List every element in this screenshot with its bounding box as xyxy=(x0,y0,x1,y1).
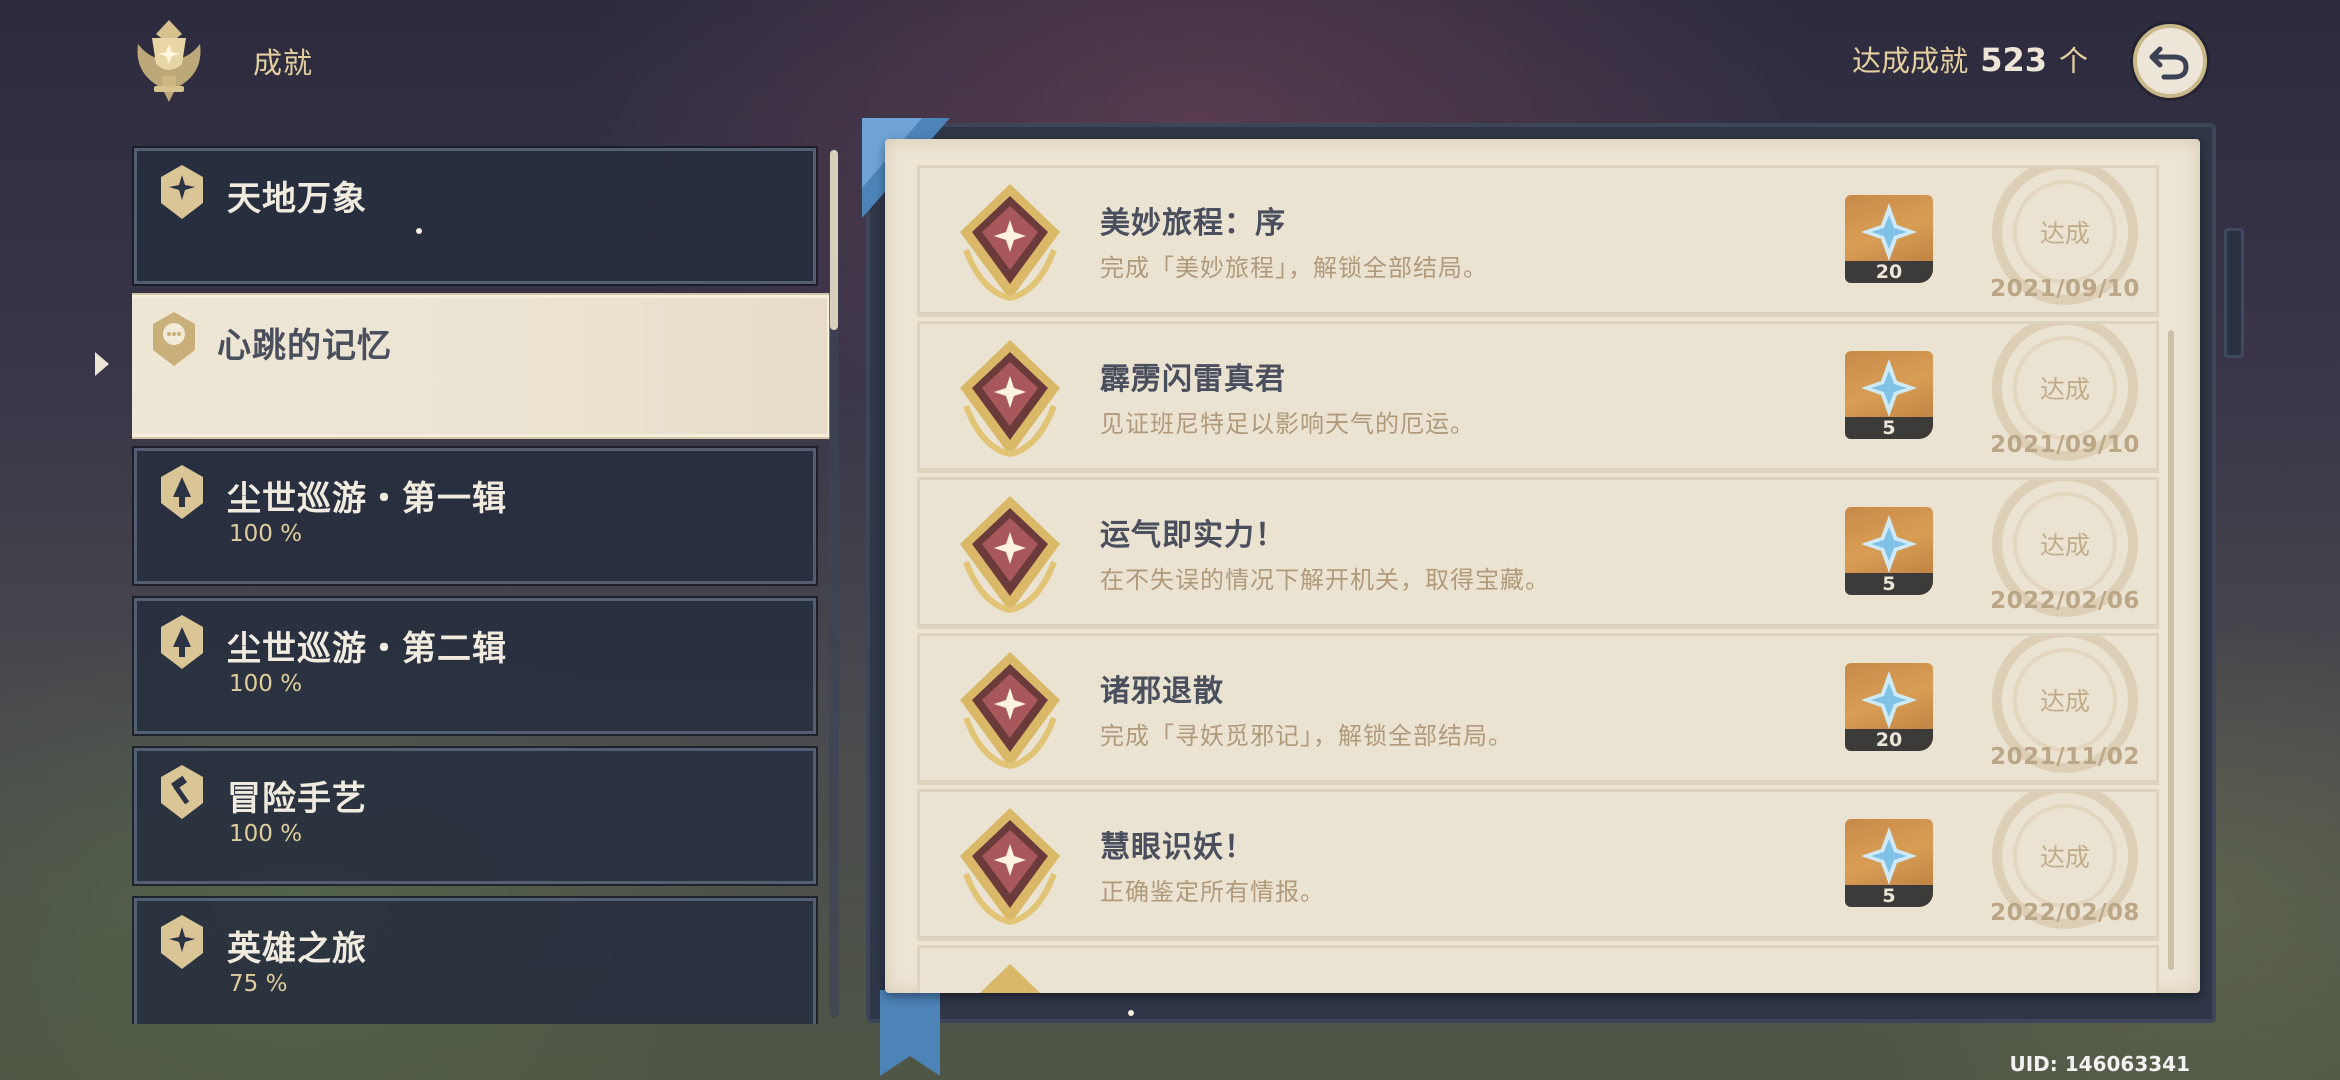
category-badge-icon xyxy=(161,465,203,519)
completed-label: 达成 xyxy=(2039,219,2090,248)
reward-quantity: 20 xyxy=(1845,729,1933,751)
category-name: 冒险手艺 xyxy=(227,779,367,819)
category-name: 心跳的记忆 xyxy=(217,326,392,366)
category-badge-icon xyxy=(161,915,203,969)
completed-date: 2022/02/08 xyxy=(1990,900,2140,926)
page-indicator-dot xyxy=(1128,1010,1134,1016)
player-uid: UID: 146063341 xyxy=(2009,1052,2191,1076)
completed-stamp: 达成 2021/11/02 xyxy=(1975,636,2155,780)
completed-label: 达成 xyxy=(2039,531,2090,560)
achievement-row[interactable]: 霹雳闪雷真君 见证班尼特足以影响天气的厄运。 5 达成 2021/09/10 xyxy=(917,321,2159,471)
reward-quantity: 20 xyxy=(1845,261,1933,283)
category-scrollbar-thumb[interactable] xyxy=(830,150,838,330)
reward-item[interactable]: 5 xyxy=(1845,507,1933,595)
back-arrow-icon xyxy=(2149,46,2189,80)
achievement-count-value: 523 xyxy=(1980,41,2047,79)
completed-date: 2021/11/02 xyxy=(1990,744,2140,770)
achievement-medal-icon xyxy=(960,808,1060,926)
category-name: 天地万象 xyxy=(227,179,367,219)
bookmark-ribbon-icon xyxy=(880,990,940,1076)
achievement-description: 正确鉴定所有情报。 xyxy=(1100,878,1325,906)
reward-item[interactable]: 20 xyxy=(1845,663,1933,751)
reward-quantity: 5 xyxy=(1845,885,1933,907)
achievement-medal-icon xyxy=(960,184,1060,302)
category-badge-icon xyxy=(161,165,203,219)
page-title: 成就 xyxy=(253,46,314,80)
completed-stamp: 达成 2021/09/10 xyxy=(1975,324,2155,468)
achievement-title: 美妙旅程：序 xyxy=(1100,206,1286,241)
completed-label: 达成 xyxy=(2039,843,2090,872)
reward-item[interactable]: 5 xyxy=(1845,351,1933,439)
achievement-row-partial[interactable] xyxy=(917,945,2159,993)
primogem-icon xyxy=(1861,359,1917,417)
completed-stamp: 达成 2022/02/08 xyxy=(1975,792,2155,936)
achievement-medal-icon xyxy=(979,964,1041,993)
category-item-wonders-of-the-world[interactable]: 天地万象 xyxy=(132,146,818,286)
achievement-medal-icon xyxy=(960,496,1060,614)
completed-date: 2021/09/10 xyxy=(1990,432,2140,458)
achievements-emblem-icon xyxy=(122,14,216,108)
achievement-row[interactable]: 诸邪退散 完成「寻妖觅邪记」，解锁全部结局。 20 达成 2021/11/02 xyxy=(917,633,2159,783)
category-name: 尘世巡游・第一辑 xyxy=(227,479,507,519)
achievement-count-unit: 个 xyxy=(2058,44,2088,78)
achievement-scrollbar[interactable] xyxy=(2168,330,2174,970)
category-item-wonders-series-1[interactable]: 尘世巡游・第一辑 100 % xyxy=(132,446,818,586)
completed-label: 达成 xyxy=(2039,687,2090,716)
category-item-memories-of-the-heart[interactable]: 心跳的记忆 xyxy=(132,293,830,439)
primogem-icon xyxy=(1861,203,1917,261)
achievement-count: 达成成就 523 个 xyxy=(1852,38,2088,80)
achievement-medal-icon xyxy=(960,340,1060,458)
achievement-title: 霹雳闪雷真君 xyxy=(1100,362,1286,397)
primogem-icon xyxy=(1861,515,1917,573)
book-side-tab xyxy=(2224,228,2244,358)
category-badge-icon xyxy=(161,765,203,819)
primogem-icon xyxy=(1861,827,1917,885)
achievement-count-label: 达成成就 xyxy=(1852,44,1969,78)
achievement-description: 完成「美妙旅程」，解锁全部结局。 xyxy=(1100,254,1488,282)
reward-item[interactable]: 5 xyxy=(1845,819,1933,907)
achievement-title: 诸邪退散 xyxy=(1100,674,1224,709)
primogem-icon xyxy=(1861,671,1917,729)
category-name: 英雄之旅 xyxy=(227,929,367,969)
category-progress: 75 % xyxy=(229,971,288,997)
category-progress: 100 % xyxy=(229,521,303,547)
completed-stamp: 达成 2022/02/06 xyxy=(1975,480,2155,624)
selected-indicator-arrow xyxy=(95,352,109,376)
completed-label: 达成 xyxy=(2039,375,2090,404)
category-item-wonders-series-2[interactable]: 尘世巡游・第二辑 100 % xyxy=(132,596,818,736)
achievement-list-page: 美妙旅程：序 完成「美妙旅程」，解锁全部结局。 20 达成 2021/09/10… xyxy=(885,139,2200,993)
completed-date: 2021/09/10 xyxy=(1990,276,2140,302)
reward-quantity: 5 xyxy=(1845,417,1933,439)
category-progress: 100 % xyxy=(229,821,303,847)
category-item-heros-journey[interactable]: 英雄之旅 75 % xyxy=(132,896,818,1024)
category-list: 天地万象 心跳的记忆 尘世巡游・第一辑 100 % 尘世巡游・第二辑 100 %… xyxy=(132,144,830,1024)
category-item-the-art-of-adventure[interactable]: 冒险手艺 100 % xyxy=(132,746,818,886)
achievement-title: 运气即实力！ xyxy=(1100,518,1286,553)
category-name: 尘世巡游・第二辑 xyxy=(227,629,507,669)
category-badge-icon xyxy=(161,615,203,669)
completed-date: 2022/02/06 xyxy=(1990,588,2140,614)
achievement-description: 见证班尼特足以影响天气的厄运。 xyxy=(1100,410,1475,438)
achievement-title: 慧眼识妖！ xyxy=(1100,830,1255,865)
reward-item[interactable]: 20 xyxy=(1845,195,1933,283)
achievement-description: 在不失误的情况下解开机关，取得宝藏。 xyxy=(1100,566,1550,594)
achievement-description: 完成「寻妖觅邪记」，解锁全部结局。 xyxy=(1100,722,1513,750)
reward-quantity: 5 xyxy=(1845,573,1933,595)
achievement-row[interactable]: 慧眼识妖！ 正确鉴定所有情报。 5 达成 2022/02/08 xyxy=(917,789,2159,939)
achievement-row[interactable]: 美妙旅程：序 完成「美妙旅程」，解锁全部结局。 20 达成 2021/09/10 xyxy=(917,165,2159,315)
category-progress: 100 % xyxy=(229,671,303,697)
sparkle-dot xyxy=(416,228,422,234)
back-button[interactable] xyxy=(2133,24,2207,98)
completed-stamp: 达成 2021/09/10 xyxy=(1975,168,2155,312)
achievement-medal-icon xyxy=(960,652,1060,770)
achievement-row[interactable]: 运气即实力！ 在不失误的情况下解开机关，取得宝藏。 5 达成 2022/02/0… xyxy=(917,477,2159,627)
category-badge-icon xyxy=(153,312,195,366)
